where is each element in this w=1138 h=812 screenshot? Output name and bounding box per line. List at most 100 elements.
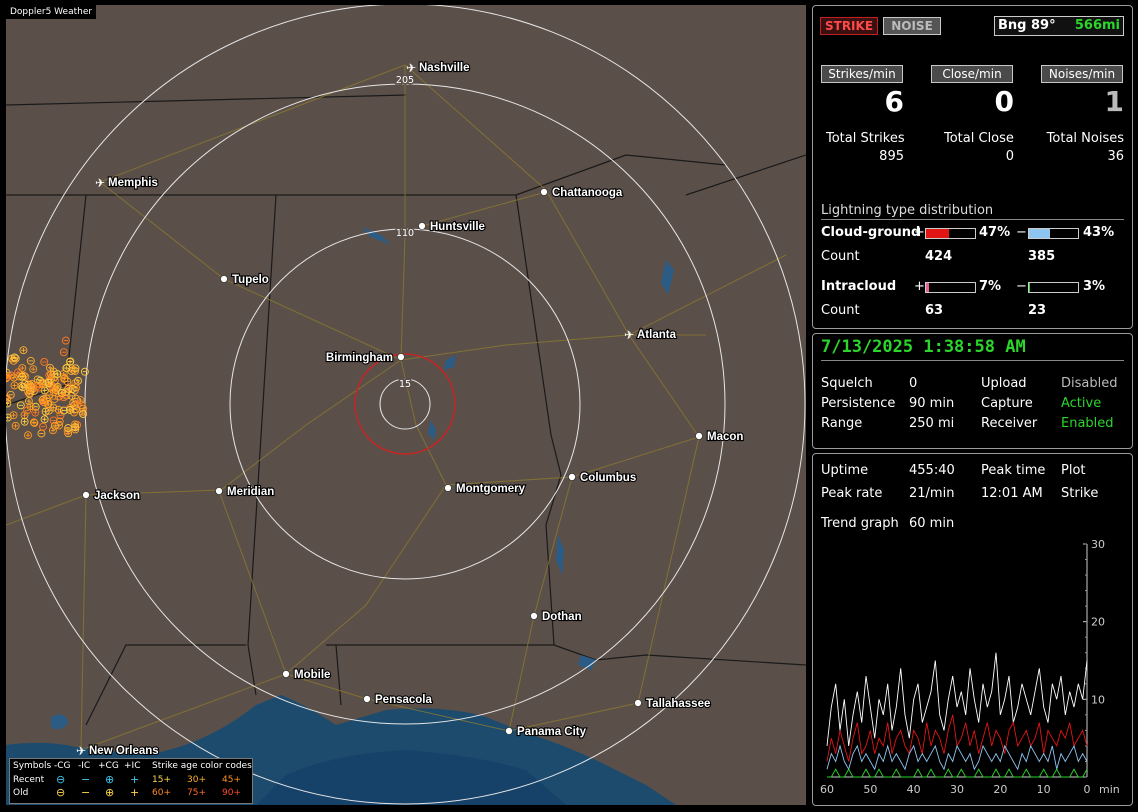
uptime-value: 455:40	[909, 463, 955, 478]
city-panama-city: Panama City	[505, 725, 588, 739]
total-close-value: 0	[1005, 149, 1014, 164]
city-columbus: Columbus	[568, 471, 637, 485]
legend-old-age-3: 90+	[222, 788, 241, 798]
legend-col-pic: +IC	[124, 761, 141, 771]
strike-marker	[24, 431, 32, 440]
y-tick-label: 30	[1091, 538, 1105, 551]
city-dot	[82, 491, 90, 499]
strike-stats-panel: STRIKE NOISE Bng 89° 566mi Strikes/min C…	[812, 5, 1133, 329]
city-label: Meridian	[227, 486, 274, 498]
peak-rate-label: Peak rate	[821, 486, 883, 501]
strikes-per-min-value: 6	[884, 85, 904, 118]
total-close-label: Total Close	[944, 131, 1014, 146]
recent-nic-icon: −	[81, 773, 91, 786]
persistence-value: 90 min	[909, 396, 955, 411]
range-label: 205	[396, 75, 414, 86]
peak-time-value: 12:01 AM	[981, 486, 1043, 501]
city-dot	[215, 487, 223, 495]
legend-recent-age-2: 30+	[187, 775, 206, 785]
old-ncg-icon: ⊖	[56, 786, 66, 799]
legend-recent-age-3: 45+	[222, 775, 241, 785]
state-borders	[6, 94, 806, 726]
lake-pontchartrain	[51, 714, 68, 730]
city-huntsville: Huntsville	[418, 220, 486, 234]
city-label: Tupelo	[232, 274, 269, 286]
capture-value: Active	[1061, 396, 1102, 411]
city-label: Mobile	[294, 669, 330, 681]
city-label: Montgomery	[456, 483, 526, 495]
ic-pos-bar	[925, 282, 976, 293]
legend-recent-age-1: 15+	[152, 775, 171, 785]
city-dot	[568, 473, 576, 481]
total-strikes-value: 895	[879, 149, 904, 164]
city-chattanooga: Chattanooga	[540, 186, 624, 200]
distance-value: 566mi	[1074, 18, 1120, 33]
strike-button[interactable]: STRIKE	[820, 17, 878, 35]
strike-marker	[40, 358, 49, 366]
strike-marker	[18, 364, 27, 373]
peak-rate-value: 21/min	[909, 486, 955, 501]
plot-value[interactable]: Strike	[1061, 486, 1098, 501]
noises-per-min-label[interactable]: Noises/min	[1041, 65, 1123, 83]
city-dot	[444, 484, 452, 492]
strikes-per-min-label[interactable]: Strikes/min	[821, 65, 903, 83]
close-range-ring	[354, 353, 456, 455]
trend-panel: Uptime 455:40 Peak time Plot Peak rate 2…	[812, 453, 1133, 806]
strike-marker	[26, 356, 35, 365]
city-label: New Orleans	[89, 745, 159, 757]
strike-cluster	[6, 336, 89, 440]
ic-neg-bar-fill	[1029, 283, 1031, 292]
datetime-divider	[821, 360, 1124, 361]
trend-graph: 30 20 10 60 50 40 30 20 10 0 min	[820, 538, 1120, 796]
legend-col-nic: -IC	[78, 761, 91, 771]
city-tupelo: Tupelo	[220, 273, 270, 287]
x-tick-label: 20	[993, 783, 1007, 796]
total-noises-value: 36	[1107, 149, 1124, 164]
city-label: Macon	[707, 431, 743, 443]
city-markers: ✈ Nashville✈ MemphisChattanoogaHuntsvilleT…	[76, 61, 745, 758]
airport-icon: ✈	[76, 744, 86, 758]
plot-label: Plot	[1061, 463, 1086, 478]
range-label: 15	[399, 379, 411, 390]
city-dot	[695, 432, 703, 440]
strike-marker	[80, 367, 89, 376]
cg-pos-bar	[925, 228, 976, 239]
city-dot	[282, 670, 290, 678]
distribution-title: Lightning type distribution	[821, 203, 994, 218]
airport-icon: ✈	[406, 61, 416, 75]
noise-button[interactable]: NOISE	[883, 17, 941, 35]
legend-recent-label: Recent	[13, 775, 45, 785]
strike-marker	[37, 429, 46, 438]
city-label: Pensacola	[375, 694, 432, 706]
city-label: Atlanta	[637, 329, 677, 341]
cg-plus-sign: +	[914, 225, 925, 240]
city-jackson: Jackson	[82, 489, 141, 503]
ic-count-label: Count	[821, 303, 860, 318]
total-strikes-label: Total Strikes	[826, 131, 905, 146]
map-canvas: ✈ Nashville✈ MemphisChattanoogaHuntsvilleT…	[6, 5, 806, 805]
squelch-value: 0	[909, 376, 918, 391]
capture-label: Capture	[981, 396, 1033, 411]
close-per-min-label[interactable]: Close/min	[931, 65, 1013, 83]
total-noises-label: Total Noises	[1046, 131, 1124, 146]
x-tick-label: 50	[863, 783, 877, 796]
strike-marker	[16, 401, 25, 410]
x-tick-label: 40	[907, 783, 921, 796]
lightning-map[interactable]: ✈ Nashville ✈ Memphis Chattanooga Huntsville T…	[6, 5, 806, 805]
x-tick-label: 0	[1084, 783, 1091, 796]
trend-series-3	[827, 768, 1088, 778]
peak-time-label: Peak time	[981, 463, 1046, 478]
x-tick-label: 60	[820, 783, 834, 796]
city-memphis: ✈ Memphis	[95, 176, 159, 190]
range-label: 110	[396, 228, 414, 239]
city-label: Huntsville	[430, 221, 485, 233]
strike-marker	[29, 365, 38, 374]
upload-value: Disabled	[1061, 376, 1118, 391]
city-macon: Macon	[695, 430, 745, 444]
legend-old-age-2: 75+	[187, 788, 206, 798]
ic-neg-count: 23	[1028, 303, 1047, 318]
strike-marker	[40, 415, 49, 424]
city-label: Jackson	[94, 490, 140, 502]
city-tallahassee: Tallahassee	[634, 697, 711, 711]
brand-label: Doppler5 Weather	[6, 5, 97, 19]
